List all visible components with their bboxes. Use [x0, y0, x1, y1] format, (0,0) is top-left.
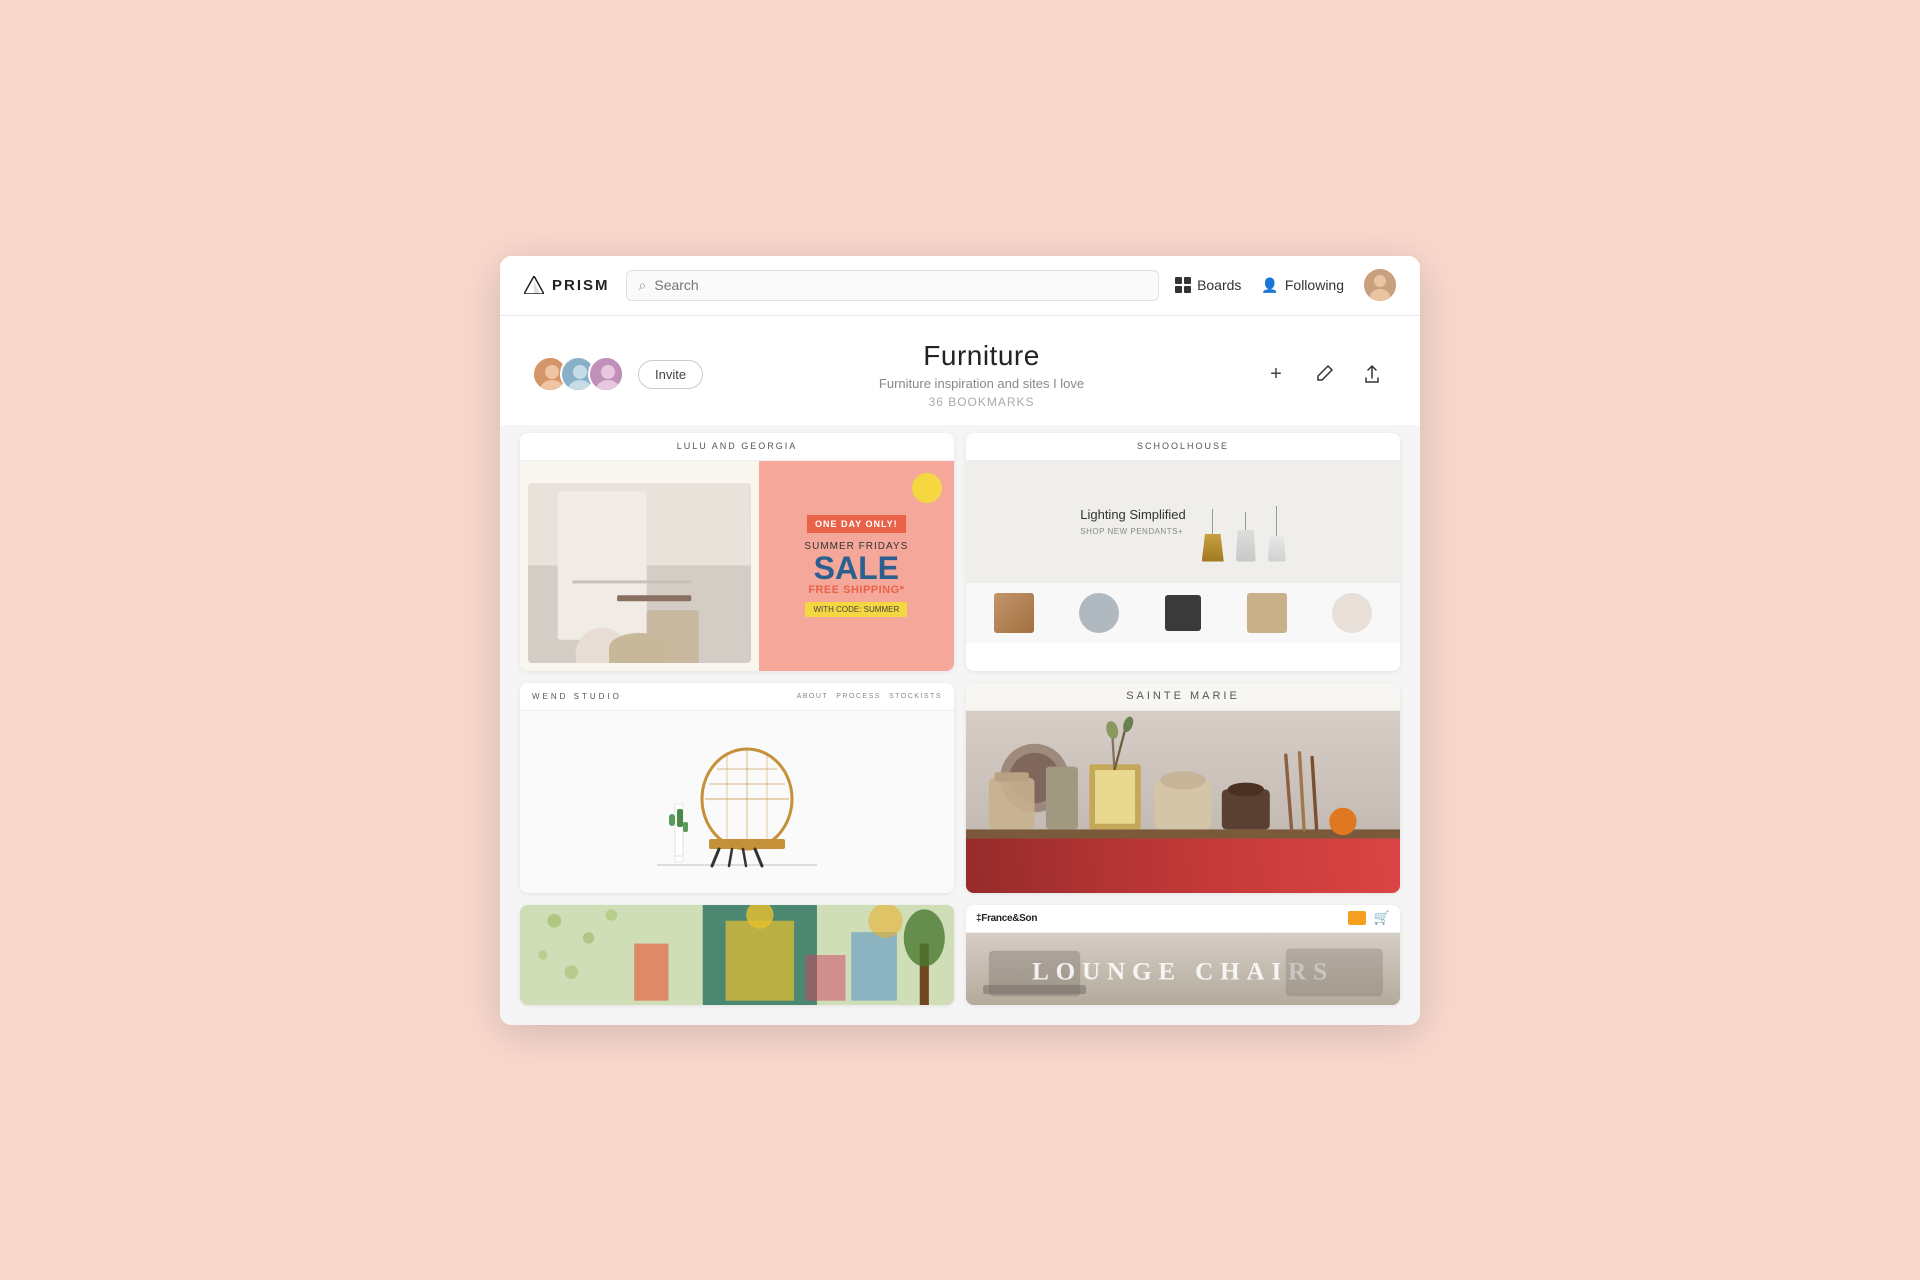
bookmark-card-lulu-georgia[interactable]: LULU AND GEORGIA	[520, 433, 954, 671]
schoolhouse-browser-bar: SCHOOLHOUSE	[966, 433, 1400, 461]
wend-chair-illustration	[647, 714, 827, 889]
france-lounge-illustration: LOUNGE CHAIRS	[966, 933, 1400, 1005]
wend-nav-about: ABOUT	[797, 693, 829, 700]
wend-nav-links: ABOUT PROCESS STOCKISTS	[797, 693, 942, 700]
board-header: Invite Furniture Furniture inspiration a…	[500, 316, 1420, 425]
colorful-room-preview	[520, 905, 954, 1005]
lulu-room-side	[520, 461, 759, 671]
following-button[interactable]: 👤 Following	[1261, 277, 1344, 294]
lulu-sale-badge: ONE DAY ONLY!	[807, 515, 906, 533]
wend-site-name: WEND STUDIO	[532, 692, 622, 701]
sainte-site-name: SAINTE MARIE	[1126, 690, 1240, 702]
board-collaborators: Invite	[532, 356, 703, 392]
lulu-promo-code: WITH CODE: SUMMER	[805, 602, 907, 617]
user-avatar[interactable]	[1364, 269, 1396, 301]
share-icon	[1362, 364, 1382, 384]
lamp-gold	[1202, 509, 1224, 562]
sainte-browser-bar: SAINTE MARIE	[966, 683, 1400, 711]
lulu-free-shipping: FREE SHIPPING*	[808, 584, 904, 596]
invite-button[interactable]: Invite	[638, 360, 703, 389]
schoolhouse-lamps	[1202, 482, 1286, 562]
bookmark-card-france-son[interactable]: ‡France&Son 🛒	[966, 905, 1400, 1005]
board-actions: +	[1260, 358, 1388, 390]
schoolhouse-tagline: Lighting Simplified SHOP NEW PENDANTS+	[1080, 507, 1186, 537]
lulu-browser-bar: LULU AND GEORGIA	[520, 433, 954, 461]
logo-area[interactable]: PRISM	[524, 276, 610, 294]
collaborator-avatar-3	[588, 356, 624, 392]
wend-nav-stockists: STOCKISTS	[889, 693, 942, 700]
lulu-site-name: LULU AND GEORGIA	[677, 441, 798, 451]
person-icon: 👤	[1261, 277, 1278, 294]
lulu-preview: ONE DAY ONLY! SUMMER FRIDAYS SALE FREE S…	[520, 461, 954, 671]
lamp-white-2	[1268, 506, 1286, 562]
plus-icon: +	[1270, 363, 1282, 386]
colorful-room-illustration	[520, 905, 954, 1005]
board-content: LULU AND GEORGIA	[500, 425, 1420, 1025]
product-thumb-1	[994, 593, 1034, 633]
search-bar[interactable]: ⌕	[626, 270, 1160, 301]
france-browser-bar: ‡France&Son 🛒	[966, 905, 1400, 933]
schoolhouse-cta: SHOP NEW PENDANTS+	[1080, 527, 1183, 536]
sainte-shelf-illustration	[966, 711, 1400, 893]
browser-window: PRISM ⌕ Boards 👤 Following	[500, 256, 1420, 1025]
lulu-sale-text: SALE	[814, 552, 899, 584]
board-subtitle: Furniture inspiration and sites I love	[703, 376, 1260, 391]
following-label: Following	[1285, 277, 1344, 293]
search-input[interactable]	[654, 277, 1146, 293]
schoolhouse-tagline-text: Lighting Simplified	[1080, 507, 1186, 524]
prism-logo-icon	[524, 276, 544, 294]
wend-browser-bar: WEND STUDIO ABOUT PROCESS STOCKISTS	[520, 683, 954, 711]
navbar: PRISM ⌕ Boards 👤 Following	[500, 256, 1420, 316]
product-thumb-5	[1332, 593, 1372, 633]
france-preview: LOUNGE CHAIRS	[966, 933, 1400, 1005]
app-name: PRISM	[552, 277, 610, 294]
edit-icon	[1314, 364, 1334, 384]
france-cart-icon: 🛒	[1374, 910, 1390, 926]
wend-nav-process: PROCESS	[836, 693, 881, 700]
board-bookmarks-count: 36 BOOKMARKS	[703, 395, 1260, 409]
lamp-white-1	[1236, 512, 1256, 562]
lulu-sale-side: ONE DAY ONLY! SUMMER FRIDAYS SALE FREE S…	[759, 461, 954, 671]
lulu-room-image	[528, 483, 751, 663]
sainte-preview	[966, 711, 1400, 893]
edit-board-button[interactable]	[1308, 358, 1340, 390]
board-title-area: Furniture Furniture inspiration and site…	[703, 340, 1260, 409]
collaborator-avatars	[532, 356, 616, 392]
boards-button[interactable]: Boards	[1175, 277, 1241, 293]
board-top: Invite Furniture Furniture inspiration a…	[532, 340, 1388, 409]
product-thumb-3	[1165, 595, 1201, 631]
board-title: Furniture	[703, 340, 1260, 372]
bookmark-card-schoolhouse[interactable]: SCHOOLHOUSE Lighting Simplified SHOP NEW…	[966, 433, 1400, 671]
search-icon: ⌕	[639, 277, 647, 294]
schoolhouse-site-name: SCHOOLHOUSE	[1137, 441, 1229, 451]
boards-label: Boards	[1197, 277, 1241, 293]
bookmark-card-wend-studio[interactable]: WEND STUDIO ABOUT PROCESS STOCKISTS	[520, 683, 954, 893]
bookmarks-grid: LULU AND GEORGIA	[520, 433, 1400, 1005]
product-thumb-2	[1079, 593, 1119, 633]
share-board-button[interactable]	[1356, 358, 1388, 390]
yellow-circle-decoration	[912, 473, 942, 503]
add-bookmark-button[interactable]: +	[1260, 358, 1292, 390]
schoolhouse-preview: Lighting Simplified SHOP NEW PENDANTS+	[966, 461, 1400, 643]
wend-preview	[520, 711, 954, 893]
france-son-logo: ‡France&Son	[976, 913, 1037, 924]
france-search-box	[1348, 911, 1366, 925]
avatar-image	[1364, 269, 1396, 301]
bookmark-card-colorful-room[interactable]	[520, 905, 954, 1005]
bookmark-card-sainte-marie[interactable]: SAINTE MARIE	[966, 683, 1400, 893]
schoolhouse-products	[966, 583, 1400, 643]
nav-actions: Boards 👤 Following	[1175, 269, 1396, 301]
boards-icon	[1175, 277, 1191, 293]
schoolhouse-top: Lighting Simplified SHOP NEW PENDANTS+	[966, 461, 1400, 583]
product-thumb-4	[1247, 593, 1287, 633]
